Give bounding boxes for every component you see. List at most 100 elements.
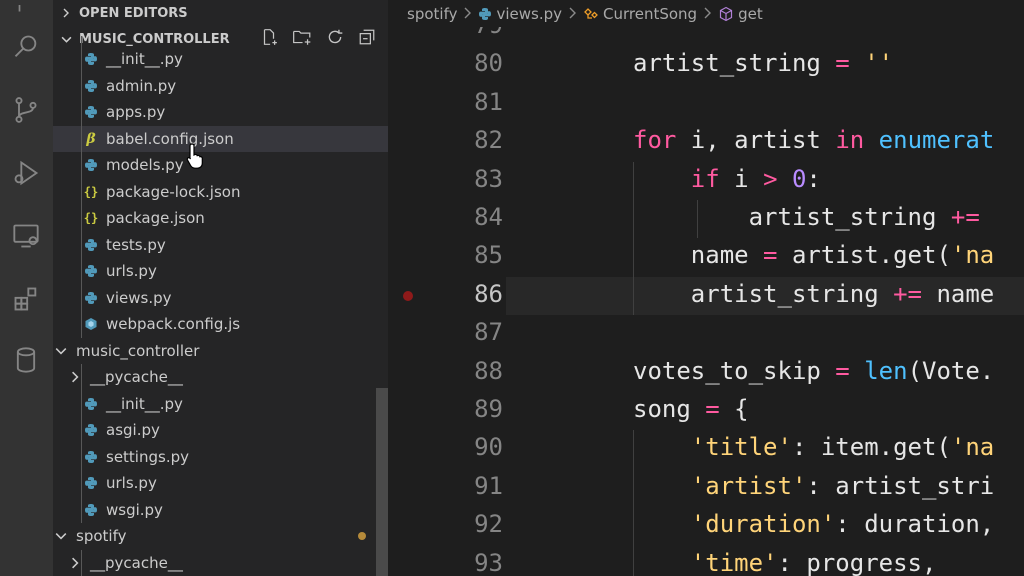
line-number: 87	[474, 318, 503, 347]
pointer-cursor-icon	[186, 143, 203, 169]
activity-bar	[0, 0, 53, 576]
database-icon[interactable]	[8, 342, 44, 378]
code-editor[interactable]: 7980artist_string = ''8182for i, artist …	[388, 0, 1024, 576]
code-line[interactable]: if i > 0:	[633, 165, 821, 193]
modified-indicator	[358, 532, 366, 540]
line-number: 91	[474, 471, 503, 500]
breadcrumb-method[interactable]: get	[738, 5, 763, 23]
code-token: artist_string	[633, 49, 836, 78]
file-item[interactable]: wsgi.py	[53, 497, 388, 524]
code-line[interactable]: 'duration': duration,	[633, 510, 994, 538]
folder-item[interactable]: __pycache__	[53, 550, 388, 576]
code-token: for	[633, 126, 677, 155]
python-file-icon	[83, 104, 99, 120]
tree-item-label: wsgi.py	[106, 500, 163, 519]
file-item[interactable]: views.py	[53, 285, 388, 312]
sidebar-scrollbar[interactable]	[376, 388, 388, 576]
code-token: {	[719, 395, 749, 423]
code-token: name	[922, 279, 995, 308]
chevron-down-icon	[53, 528, 69, 544]
code-token: i	[719, 164, 764, 193]
folder-item[interactable]: music_controller	[53, 338, 388, 365]
file-item[interactable]: urls.py	[53, 470, 388, 497]
search-icon[interactable]	[8, 29, 44, 65]
line-number: 82	[474, 126, 503, 155]
code-line[interactable]: for i, artist in enumerat	[633, 126, 994, 154]
tree-item-label: urls.py	[106, 262, 157, 281]
file-item[interactable]: __init__.py	[53, 391, 388, 418]
file-item[interactable]: urls.py	[53, 258, 388, 285]
tree-item-label: models.py	[106, 156, 184, 175]
code-token: votes_to_skip	[633, 356, 836, 385]
code-line[interactable]: artist_string = ''	[633, 49, 893, 77]
python-file-icon	[83, 51, 99, 67]
line-number: 84	[474, 203, 503, 231]
code-token: =	[763, 241, 778, 270]
breadcrumb-file[interactable]: views.py	[496, 5, 562, 23]
file-item[interactable]: webpack.config.js	[53, 311, 388, 338]
chevron-right-icon	[703, 5, 712, 23]
code-line[interactable]: song = {	[633, 395, 749, 423]
code-line[interactable]: votes_to_skip = len(Vote.	[633, 357, 994, 385]
code-token: =	[835, 49, 850, 78]
file-item[interactable]: {} package.json	[53, 205, 388, 232]
folder-item[interactable]: spotify	[53, 523, 388, 550]
breadcrumb-folder[interactable]: spotify	[407, 5, 457, 23]
tree-item-label: settings.py	[106, 447, 189, 466]
code-token: 'artist'	[690, 471, 807, 500]
file-item[interactable]: asgi.py	[53, 417, 388, 444]
code-token: 'title'	[690, 433, 792, 462]
breadcrumb-class[interactable]: CurrentSong	[603, 5, 697, 23]
breadcrumb: spotify views.py CurrentSong get	[388, 0, 1024, 27]
file-item[interactable]: settings.py	[53, 444, 388, 471]
code-line[interactable]: name = artist.get('na	[633, 241, 994, 269]
run-debug-icon[interactable]	[8, 155, 44, 191]
file-item[interactable]: models.py	[53, 152, 388, 179]
code-token: in	[835, 126, 865, 155]
file-item[interactable]: apps.py	[53, 99, 388, 126]
code-token: : duration,	[835, 510, 995, 539]
code-line[interactable]: artist_string += name	[633, 280, 994, 308]
code-token: 'na	[950, 433, 995, 462]
line-number: 80	[474, 49, 503, 78]
tree-item-label: music_controller	[76, 341, 200, 360]
extensions-icon[interactable]	[8, 281, 44, 317]
code-token: +=	[893, 279, 922, 308]
open-editors-label: OPEN EDITORS	[79, 5, 188, 21]
code-line[interactable]: 'time': progress,	[633, 548, 937, 576]
file-item[interactable]: __init__.py	[53, 46, 388, 73]
tree-item-label: urls.py	[106, 474, 157, 493]
json-file-icon: {}	[83, 184, 99, 199]
code-token: =	[705, 395, 720, 423]
file-item[interactable]: {} package-lock.json	[53, 179, 388, 206]
code-token: : artist_stri	[806, 471, 995, 500]
file-item[interactable]: tests.py	[53, 232, 388, 259]
open-editors-header[interactable]: OPEN EDITORS	[53, 0, 388, 26]
source-control-icon[interactable]	[8, 92, 44, 128]
remote-explorer-icon[interactable]	[8, 218, 44, 254]
line-number: 92	[474, 510, 503, 539]
folder-item[interactable]: __pycache__	[53, 364, 388, 391]
method-icon	[718, 6, 734, 22]
code-line[interactable]: 'artist': artist_stri	[633, 472, 994, 500]
code-token: len	[864, 356, 908, 385]
code-token: =	[835, 356, 850, 385]
code-line[interactable]: artist_string +=	[633, 203, 980, 231]
code-token: artist_string	[633, 279, 894, 308]
json-file-icon: {}	[83, 211, 99, 226]
indent-guide	[633, 161, 634, 316]
file-item[interactable]: admin.py	[53, 73, 388, 100]
python-file-icon	[83, 237, 99, 253]
code-token: 'time'	[690, 548, 778, 576]
chevron-right-icon	[463, 5, 472, 23]
code-token: artist_string	[633, 203, 951, 231]
tree-item-label: asgi.py	[106, 421, 160, 440]
code-lines: 7980artist_string = ''8182for i, artist …	[388, 0, 1024, 576]
code-line[interactable]: 'title': item.get('na	[633, 433, 994, 461]
file-item[interactable]: β babel.config.json	[53, 125, 388, 152]
